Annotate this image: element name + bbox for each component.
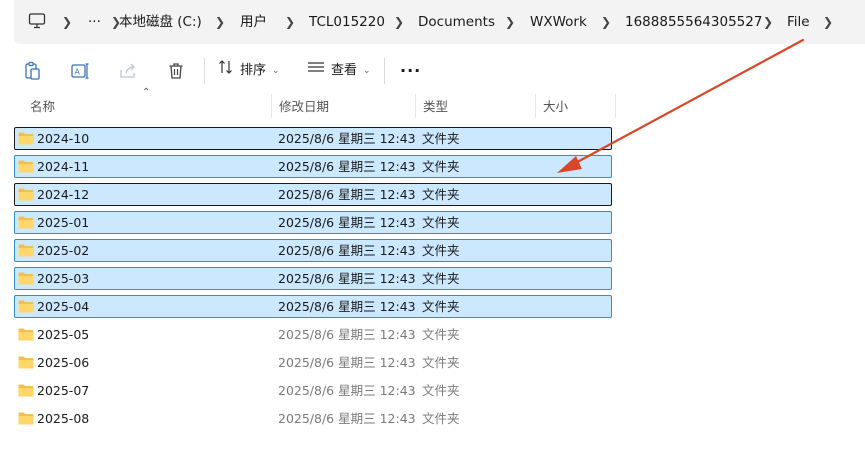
folder-name: 2025-04 xyxy=(37,299,90,314)
chevron-right-icon[interactable]: ❯ xyxy=(823,12,833,32)
paste-icon[interactable] xyxy=(17,58,47,84)
folder-type: 文件夹 xyxy=(422,299,460,314)
chevron-right-icon[interactable]: ❯ xyxy=(394,12,404,32)
computer-icon[interactable] xyxy=(28,13,46,33)
chevron-right-icon[interactable]: ❯ xyxy=(505,12,515,32)
folder-icon xyxy=(18,159,34,173)
folder-type: 文件夹 xyxy=(422,411,460,426)
folder-icon xyxy=(18,271,34,285)
folder-row[interactable]: 2025-05 2025/8/6 星期三 12:43 文件夹 xyxy=(14,323,612,346)
folder-name: 2024-10 xyxy=(37,131,90,146)
chevron-down-icon: ⌄ xyxy=(272,66,280,76)
folder-name: 2025-07 xyxy=(37,383,90,398)
view-list-icon xyxy=(307,59,325,83)
folder-modified: 2025/8/6 星期三 12:43 xyxy=(278,215,416,230)
svg-text:A: A xyxy=(75,68,81,77)
folder-icon xyxy=(18,383,34,397)
column-separator[interactable] xyxy=(615,94,616,118)
toolbar-divider xyxy=(204,58,205,84)
folder-modified: 2025/8/6 星期三 12:43 xyxy=(278,131,416,146)
chevron-right-icon[interactable]: ❯ xyxy=(601,12,611,32)
folder-name: 2025-03 xyxy=(37,271,90,286)
folder-icon xyxy=(18,131,34,145)
folder-name: 2024-11 xyxy=(37,159,90,174)
column-modified[interactable]: 修改日期 xyxy=(271,94,415,120)
sort-icon xyxy=(218,59,234,83)
folder-icon xyxy=(18,411,34,425)
folder-modified: 2025/8/6 星期三 12:43 xyxy=(278,327,416,342)
folder-row[interactable]: 2025-03 2025/8/6 星期三 12:43 文件夹 xyxy=(14,267,612,290)
folder-modified: 2025/8/6 星期三 12:43 xyxy=(278,383,416,398)
folder-name: 2025-08 xyxy=(37,411,90,426)
folder-icon xyxy=(18,355,34,369)
column-name[interactable]: 名称 xyxy=(22,94,272,120)
folder-modified: 2025/8/6 星期三 12:43 xyxy=(278,411,416,426)
folder-row[interactable]: 2024-10 2025/8/6 星期三 12:43 文件夹 xyxy=(14,127,612,150)
folder-type: 文件夹 xyxy=(422,383,460,398)
folder-row[interactable]: 2025-01 2025/8/6 星期三 12:43 文件夹 xyxy=(14,211,612,234)
folder-name: 2025-01 xyxy=(37,215,90,230)
folder-modified: 2025/8/6 星期三 12:43 xyxy=(278,159,416,174)
chevron-right-icon[interactable]: ❯ xyxy=(215,12,225,32)
more-options-button[interactable]: ··· xyxy=(400,60,421,82)
chevron-right-icon[interactable]: ❯ xyxy=(763,12,773,32)
folder-type: 文件夹 xyxy=(422,327,460,342)
folder-name: 2025-06 xyxy=(37,355,90,370)
folder-name: 2025-05 xyxy=(37,327,90,342)
address-bar[interactable]: ❯ ··· ❯ 本地磁盘 (C:) ❯ 用户 ❯ TCL015220 ❯ Doc… xyxy=(14,0,865,44)
folder-row[interactable]: 2024-12 2025/8/6 星期三 12:43 文件夹 xyxy=(14,183,612,206)
breadcrumb-item-documents[interactable]: Documents xyxy=(418,12,495,32)
folder-icon xyxy=(18,243,34,257)
folder-row[interactable]: 2024-11 2025/8/6 星期三 12:43 文件夹 xyxy=(14,155,612,178)
folder-type: 文件夹 xyxy=(422,187,460,202)
sort-button[interactable]: 排序 ⌄ xyxy=(218,60,280,82)
view-button[interactable]: 查看 ⌄ xyxy=(307,60,371,82)
folder-modified: 2025/8/6 星期三 12:43 xyxy=(278,355,416,370)
folder-row[interactable]: 2025-02 2025/8/6 星期三 12:43 文件夹 xyxy=(14,239,612,262)
chevron-right-icon[interactable]: ❯ xyxy=(285,12,295,32)
breadcrumb-item-users[interactable]: 用户 xyxy=(240,12,267,32)
sort-label: 排序 xyxy=(240,63,267,78)
view-label: 查看 xyxy=(331,63,358,78)
delete-icon[interactable] xyxy=(161,58,191,84)
folder-icon xyxy=(18,215,34,229)
breadcrumb-item-wxwork[interactable]: WXWork xyxy=(530,12,587,32)
folder-name: 2025-02 xyxy=(37,243,90,258)
breadcrumb-item-drive-c[interactable]: 本地磁盘 (C:) xyxy=(119,12,202,32)
folder-name: 2024-12 xyxy=(37,187,90,202)
folder-modified: 2025/8/6 星期三 12:43 xyxy=(278,271,416,286)
breadcrumb-more[interactable]: ··· xyxy=(88,12,101,32)
breadcrumb-item-id-folder[interactable]: 1688855564305527 xyxy=(625,12,762,32)
toolbar-divider xyxy=(384,58,385,84)
folder-modified: 2025/8/6 星期三 12:43 xyxy=(278,187,416,202)
folder-row[interactable]: 2025-07 2025/8/6 星期三 12:43 文件夹 xyxy=(14,379,612,402)
folder-row[interactable]: 2025-04 2025/8/6 星期三 12:43 文件夹 xyxy=(14,295,612,318)
folder-row[interactable]: 2025-08 2025/8/6 星期三 12:43 文件夹 xyxy=(14,407,612,430)
folder-icon xyxy=(18,327,34,341)
folder-row[interactable]: 2025-06 2025/8/6 星期三 12:43 文件夹 xyxy=(14,351,612,374)
chevron-right-icon[interactable]: ❯ xyxy=(62,12,72,32)
folder-icon xyxy=(18,299,34,313)
column-header: ⌃ 名称 修改日期 类型 大小 xyxy=(14,87,616,120)
chevron-down-icon: ⌄ xyxy=(363,66,371,76)
command-bar: A 排序 ⌄ 查看 ⌄ ··· xyxy=(0,48,865,94)
folder-icon xyxy=(18,187,34,201)
folder-modified: 2025/8/6 星期三 12:43 xyxy=(278,299,416,314)
folder-type: 文件夹 xyxy=(422,243,460,258)
share-icon[interactable] xyxy=(113,58,143,84)
rename-icon[interactable]: A xyxy=(65,58,95,84)
folder-type: 文件夹 xyxy=(422,355,460,370)
column-type[interactable]: 类型 xyxy=(415,94,535,120)
breadcrumb-item-user[interactable]: TCL015220 xyxy=(309,12,385,32)
folder-modified: 2025/8/6 星期三 12:43 xyxy=(278,243,416,258)
folder-type: 文件夹 xyxy=(422,271,460,286)
folder-type: 文件夹 xyxy=(422,159,460,174)
folder-type: 文件夹 xyxy=(422,215,460,230)
breadcrumb-item-file[interactable]: File xyxy=(787,12,810,32)
folder-type: 文件夹 xyxy=(422,131,460,146)
column-size[interactable]: 大小 xyxy=(535,94,615,120)
